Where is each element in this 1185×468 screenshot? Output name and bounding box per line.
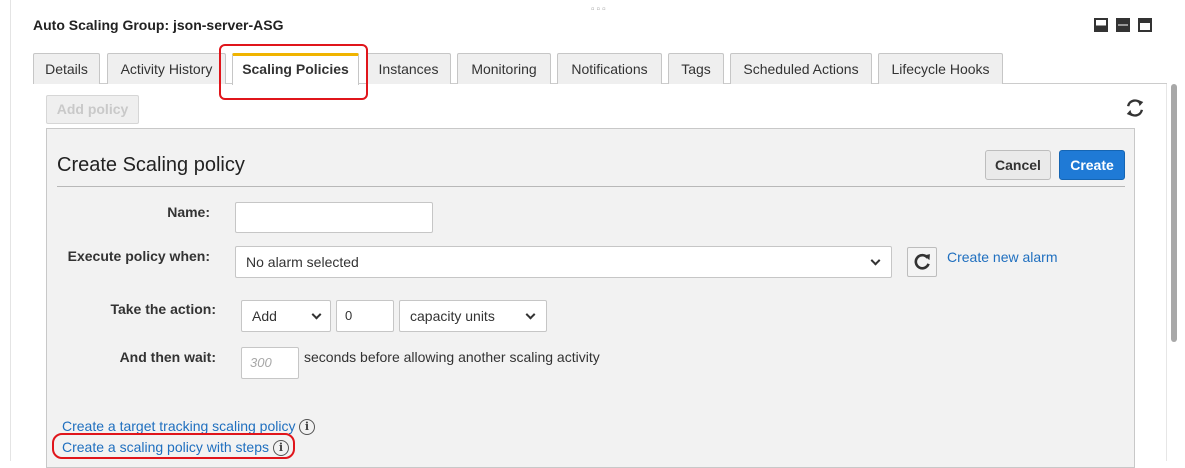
- chevron-down-icon: [870, 255, 881, 266]
- action-unit-select[interactable]: capacity units: [399, 300, 547, 332]
- take-action-label: Take the action:: [110, 301, 216, 317]
- info-icon[interactable]: i: [299, 419, 315, 435]
- create-policy-form: [46, 128, 1135, 468]
- view-mode-controls: [1094, 18, 1152, 32]
- cancel-button[interactable]: Cancel: [985, 150, 1051, 180]
- wait-seconds-input[interactable]: 300: [241, 347, 299, 379]
- add-policy-button[interactable]: Add policy: [46, 95, 139, 124]
- tab-instances[interactable]: Instances: [366, 53, 451, 84]
- wait-suffix-text: seconds before allowing another scaling …: [304, 349, 600, 365]
- chevron-down-icon: [525, 309, 536, 320]
- target-tracking-link[interactable]: Create a target tracking scaling policy: [62, 418, 295, 434]
- wait-label: And then wait:: [119, 349, 216, 365]
- drag-handle[interactable]: ▫▫▫: [591, 5, 608, 15]
- alarm-select[interactable]: No alarm selected: [235, 246, 892, 278]
- chevron-down-icon: [311, 309, 322, 320]
- tab-tags[interactable]: Tags: [668, 53, 724, 84]
- view-bottom-panel-icon[interactable]: [1094, 18, 1108, 32]
- create-new-alarm-link[interactable]: Create new alarm: [947, 249, 1058, 265]
- tab-details[interactable]: Details: [33, 53, 100, 84]
- action-type-value: Add: [252, 308, 277, 324]
- tab-scheduled-actions[interactable]: Scheduled Actions: [730, 53, 872, 84]
- form-divider: [57, 186, 1125, 187]
- alarm-refresh-button[interactable]: [907, 247, 937, 277]
- form-title: Create Scaling policy: [57, 154, 245, 176]
- refresh-alarm-icon: [914, 253, 930, 270]
- execute-policy-label: Execute policy when:: [67, 248, 210, 264]
- tab-bar: Details Activity History Scaling Policie…: [33, 53, 1167, 85]
- tab-lifecycle-hooks[interactable]: Lifecycle Hooks: [878, 53, 1003, 84]
- refresh-icon[interactable]: [1124, 97, 1146, 119]
- view-maximize-icon[interactable]: [1138, 18, 1152, 32]
- left-border: [10, 0, 11, 461]
- tab-highlight-annotation: [219, 44, 368, 100]
- tab-monitoring[interactable]: Monitoring: [457, 53, 551, 84]
- tab-activity-history[interactable]: Activity History: [107, 53, 226, 84]
- action-amount-input[interactable]: 0: [336, 300, 394, 332]
- action-type-select[interactable]: Add: [241, 300, 331, 332]
- view-split-icon[interactable]: [1116, 18, 1130, 32]
- name-field[interactable]: [235, 202, 433, 233]
- name-label: Name:: [167, 204, 210, 220]
- panel-title: Auto Scaling Group: json-server-ASG: [33, 17, 284, 33]
- tab-notifications[interactable]: Notifications: [557, 53, 662, 84]
- action-unit-value: capacity units: [410, 308, 495, 324]
- scrollbar-thumb[interactable]: [1171, 84, 1177, 342]
- steps-link-highlight-annotation: [52, 433, 295, 459]
- alarm-select-value: No alarm selected: [246, 254, 359, 270]
- create-button[interactable]: Create: [1059, 150, 1125, 180]
